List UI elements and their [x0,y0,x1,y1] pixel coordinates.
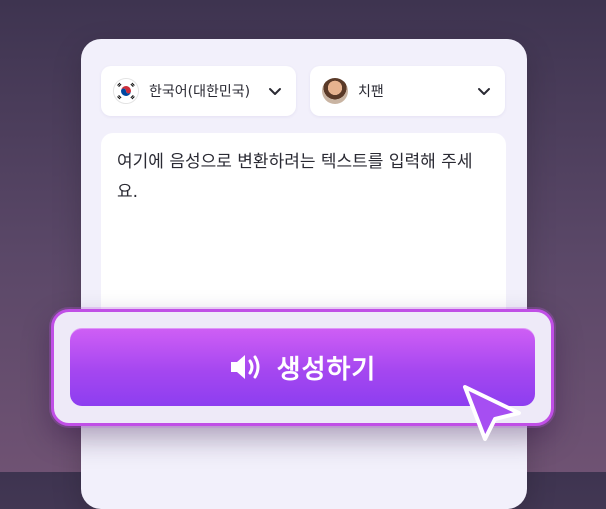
korea-flag-icon [113,78,139,104]
generate-button-label: 생성하기 [276,354,377,385]
language-select[interactable]: 한국어(대한민국) [101,66,296,116]
voice-avatar-icon [322,78,348,104]
chevron-down-icon [269,88,281,95]
speaker-icon [230,355,260,379]
voice-select[interactable]: 치팬 [310,66,505,116]
chevron-down-icon [478,88,490,95]
voice-select-label: 치팬 [358,84,384,100]
text-input-placeholder: 여기에 음성으로 변환하려는 텍스트를 입력해 주세요. [117,152,473,202]
language-select-label: 한국어(대한민국) [149,84,251,100]
cursor-pointer-icon [463,385,521,441]
text-input[interactable]: 여기에 음성으로 변환하려는 텍스트를 입력해 주세요. [101,133,506,323]
